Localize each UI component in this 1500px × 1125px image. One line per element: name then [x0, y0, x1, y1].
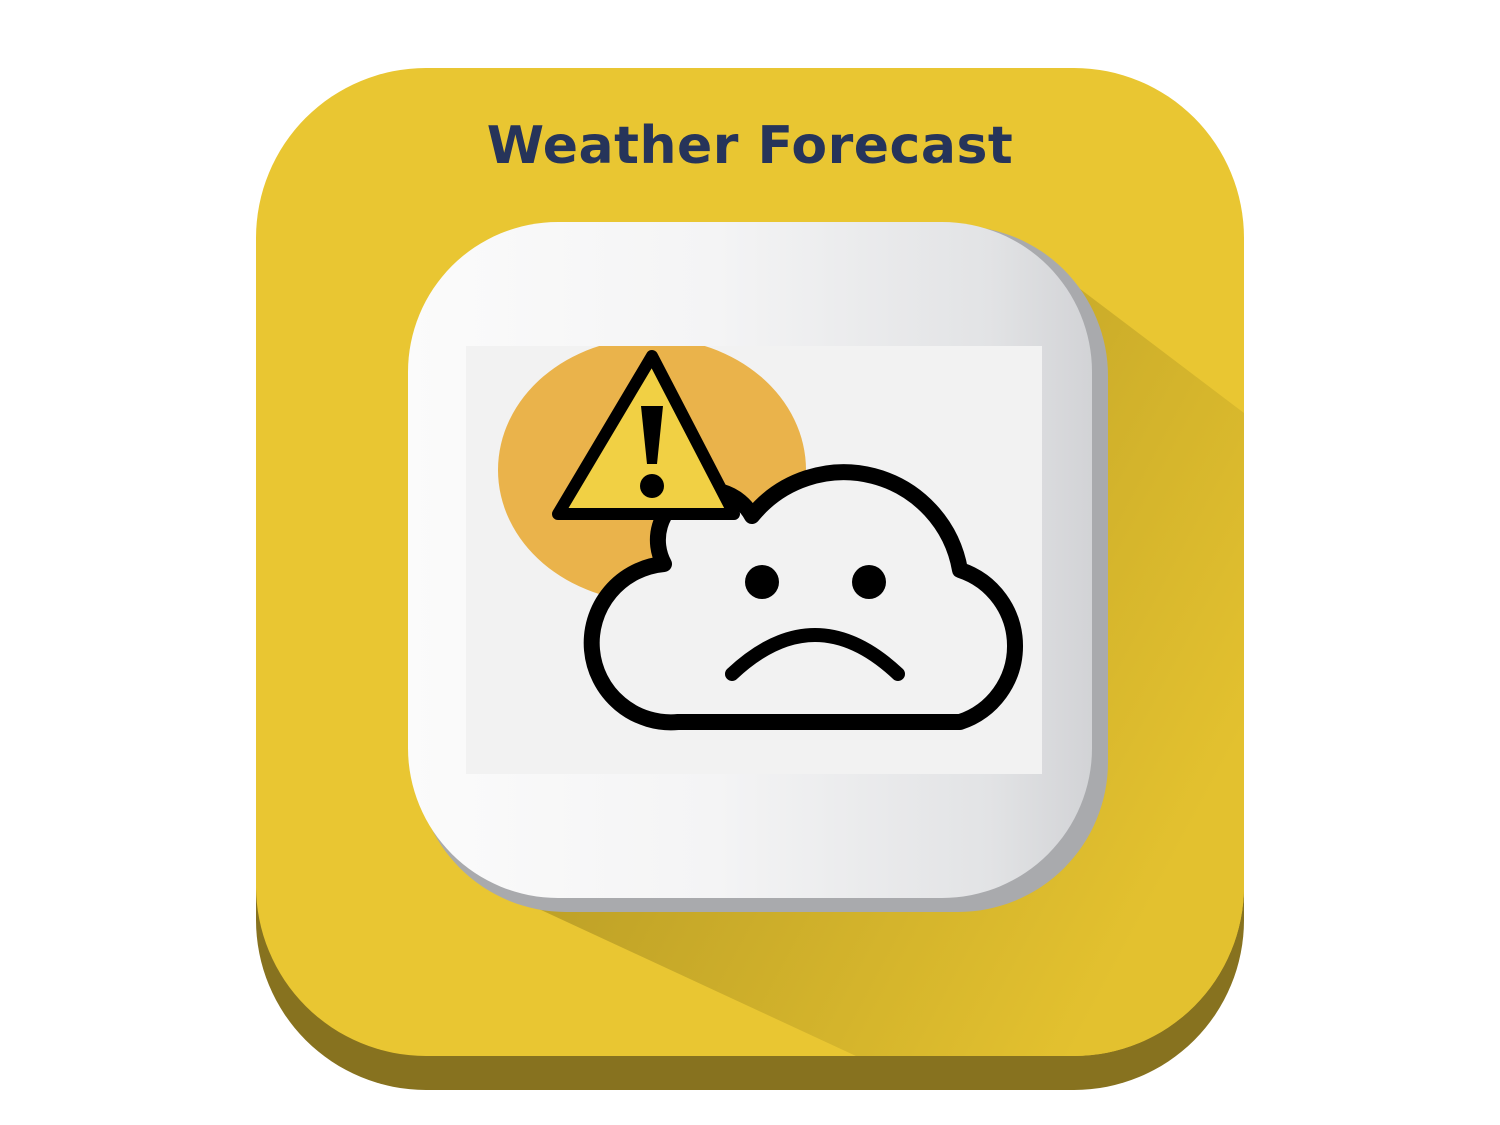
weather-warning-illustration	[466, 346, 1042, 774]
canvas: Weather Forecast	[0, 0, 1500, 1125]
app-title: Weather Forecast	[486, 116, 1014, 176]
icon-tile	[408, 222, 1092, 898]
weather-forecast-app-icon[interactable]: Weather Forecast	[256, 68, 1244, 1056]
cloud-left-eye	[745, 565, 779, 599]
cloud-right-eye	[852, 565, 886, 599]
